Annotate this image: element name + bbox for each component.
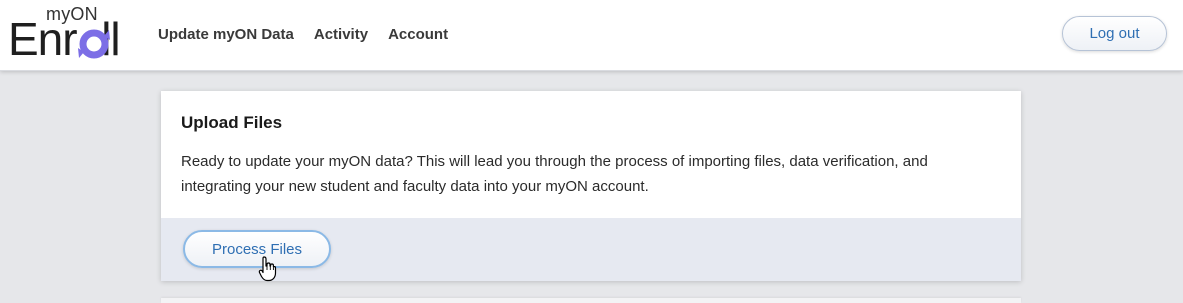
logout-button[interactable]: Log out (1062, 16, 1167, 51)
hand-pointer-icon (258, 256, 277, 282)
logo-main-prefix: Enr (8, 13, 78, 65)
top-navigation-bar: myON Enroll Update myON Data Activity Ac… (0, 0, 1183, 71)
nav-update-myon-data[interactable]: Update myON Data (158, 26, 294, 43)
card-footer: Process Files (161, 218, 1021, 281)
upload-files-card: Upload Files Ready to update your myON d… (161, 91, 1021, 281)
process-files-button[interactable]: Process Files (183, 230, 331, 268)
card-title: Upload Files (181, 113, 283, 132)
nav-account[interactable]: Account (388, 26, 448, 43)
next-card-edge (161, 298, 1021, 303)
card-description: Ready to update your myON data? This wil… (181, 153, 928, 195)
main-nav: Update myON Data Activity Account (158, 26, 448, 43)
nav-activity[interactable]: Activity (314, 26, 368, 43)
logo-ring-icon (78, 29, 110, 59)
myon-enroll-logo[interactable]: myON Enroll (8, 4, 130, 64)
